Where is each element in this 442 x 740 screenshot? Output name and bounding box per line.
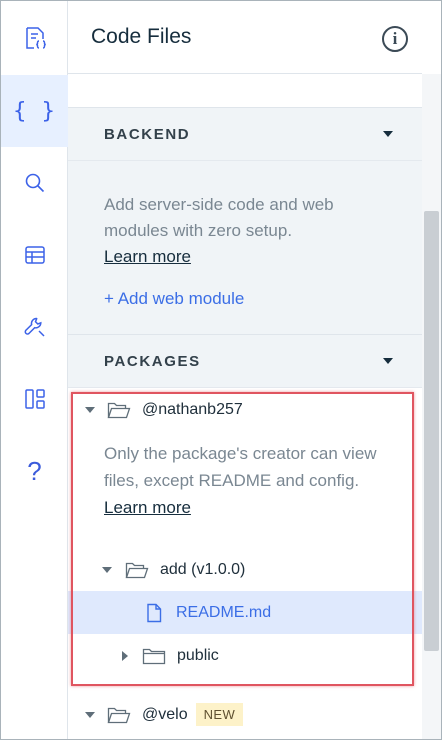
new-badge: NEW: [195, 703, 244, 726]
backend-label: BACKEND: [104, 125, 191, 143]
backend-description: Add server-side code and web modules wit…: [104, 192, 394, 270]
owner-label: @nathanb257: [142, 400, 243, 418]
backend-section-header[interactable]: BACKEND: [68, 108, 422, 161]
rail-search[interactable]: [1, 147, 68, 219]
folder-open-icon: [125, 562, 149, 578]
help-icon: ?: [27, 455, 42, 486]
top-spacer: [68, 74, 422, 108]
public-folder-label: public: [177, 646, 219, 664]
tree-row-public[interactable]: public: [68, 634, 422, 677]
rail-code-files[interactable]: { }: [1, 75, 68, 147]
wrench-icon: [24, 317, 45, 337]
packages-icon: [24, 389, 45, 409]
readme-label: README.md: [176, 603, 272, 621]
database-icon: [24, 246, 45, 264]
expand-arrow-icon: [102, 566, 112, 573]
page-code-icon: [25, 27, 46, 49]
expand-arrow-icon: [85, 406, 95, 413]
backend-description-text: Add server-side code and web modules wit…: [104, 195, 334, 240]
tree-row-readme[interactable]: README.md: [68, 591, 422, 634]
tree-row-package[interactable]: add (v1.0.0): [68, 548, 422, 591]
info-icon[interactable]: i: [382, 26, 408, 52]
rail-tools[interactable]: [1, 291, 68, 363]
folder-icon: [142, 648, 166, 664]
file-icon: [147, 603, 162, 622]
scrollbar-thumb[interactable]: [424, 211, 439, 651]
rail-help[interactable]: ?: [1, 435, 68, 507]
chevron-down-icon: [383, 358, 393, 364]
panel-title: Code Files: [91, 25, 192, 48]
tree-row-owner[interactable]: @nathanb257: [68, 388, 422, 431]
add-web-module-link[interactable]: + Add web module: [104, 289, 394, 309]
backend-body: Add server-side code and web modules wit…: [68, 161, 422, 335]
panel-scroll-area: BACKEND Add server-side code and web mod…: [68, 74, 422, 739]
folder-open-icon: [107, 707, 131, 723]
rail-database[interactable]: [1, 219, 68, 291]
tree-row-velo[interactable]: @velo NEW: [68, 693, 422, 736]
app-frame: { } ? Code Files i BACKEND Add server-si…: [0, 0, 442, 740]
chevron-down-icon: [383, 131, 393, 137]
left-rail: { } ?: [1, 1, 68, 739]
rail-page-code[interactable]: [1, 3, 68, 75]
packages-label: PACKAGES: [104, 352, 201, 370]
packages-section-header[interactable]: PACKAGES: [68, 335, 422, 388]
package-access-note: Only the package's creator can view file…: [68, 431, 422, 548]
packages-learn-more-link[interactable]: Learn more: [104, 498, 191, 517]
search-icon: [25, 173, 44, 193]
code-files-panel: Code Files i BACKEND Add server-side cod…: [68, 1, 441, 739]
collapse-arrow-icon: [122, 650, 128, 661]
rail-packages[interactable]: [1, 363, 68, 435]
package-access-note-text: Only the package's creator can view file…: [104, 444, 377, 490]
panel-scrollbar[interactable]: [422, 74, 441, 739]
panel-header: Code Files i: [68, 1, 422, 74]
code-files-icon: { }: [13, 98, 56, 124]
packages-tree: @nathanb257 Only the package's creator c…: [68, 388, 422, 736]
package-label: add (v1.0.0): [160, 560, 246, 578]
expand-arrow-icon: [85, 711, 95, 718]
backend-learn-more-link[interactable]: Learn more: [104, 247, 191, 266]
velo-label: @velo: [142, 705, 188, 723]
folder-open-icon: [107, 402, 131, 418]
